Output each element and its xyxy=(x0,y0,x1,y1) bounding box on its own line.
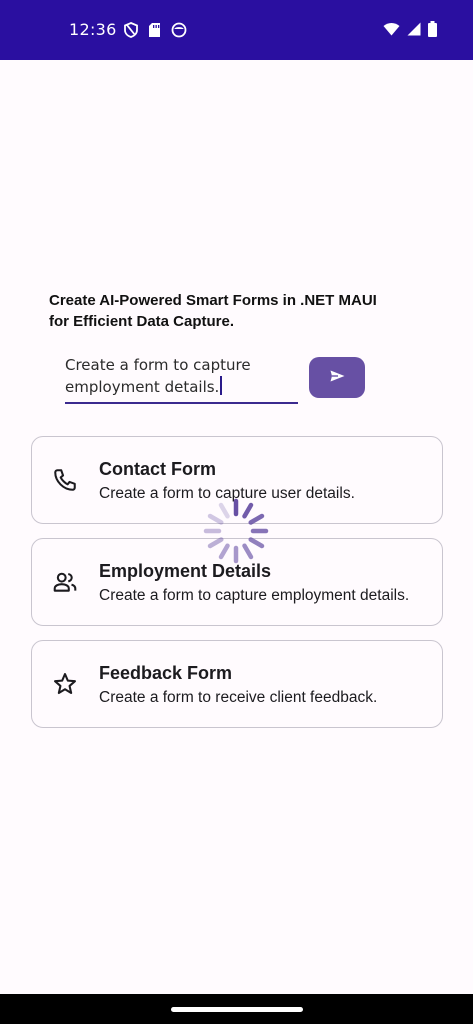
cell-signal-icon xyxy=(407,22,421,36)
star-icon xyxy=(52,671,78,702)
heading-line-2: for Efficient Data Capture. xyxy=(49,313,235,330)
phone-icon xyxy=(52,467,78,498)
navigation-bar xyxy=(0,994,473,1024)
card-title: Feedback Form xyxy=(99,663,233,683)
card-feedback-form[interactable]: Feedback Form Create a form to receive c… xyxy=(31,640,443,728)
card-description: Create a form to receive client feedback… xyxy=(99,689,378,706)
prompt-input[interactable]: Create a form to capture employment deta… xyxy=(65,354,298,404)
card-description: Create a form to capture employment deta… xyxy=(99,587,410,604)
app-notification-icon xyxy=(171,22,187,38)
shield-icon xyxy=(124,22,138,38)
send-icon xyxy=(330,369,345,387)
home-handle[interactable] xyxy=(171,1007,303,1012)
heading-line-1: Create AI-Powered Smart Forms in .NET MA… xyxy=(49,292,377,309)
prompt-line-2: employment details. xyxy=(65,378,220,396)
page-heading: Create AI-Powered Smart Forms in .NET MA… xyxy=(49,290,429,332)
status-bar: 12:36 xyxy=(0,0,473,60)
send-button[interactable] xyxy=(309,357,365,398)
card-title: Contact Form xyxy=(99,459,216,479)
loading-spinner-icon xyxy=(203,498,269,564)
sd-card-icon xyxy=(148,22,161,38)
text-caret xyxy=(220,376,223,395)
status-time: 12:36 xyxy=(69,20,117,39)
prompt-line-1: Create a form to capture xyxy=(65,356,251,374)
people-icon xyxy=(52,569,78,600)
wifi-icon xyxy=(383,22,400,36)
battery-icon xyxy=(428,21,437,37)
